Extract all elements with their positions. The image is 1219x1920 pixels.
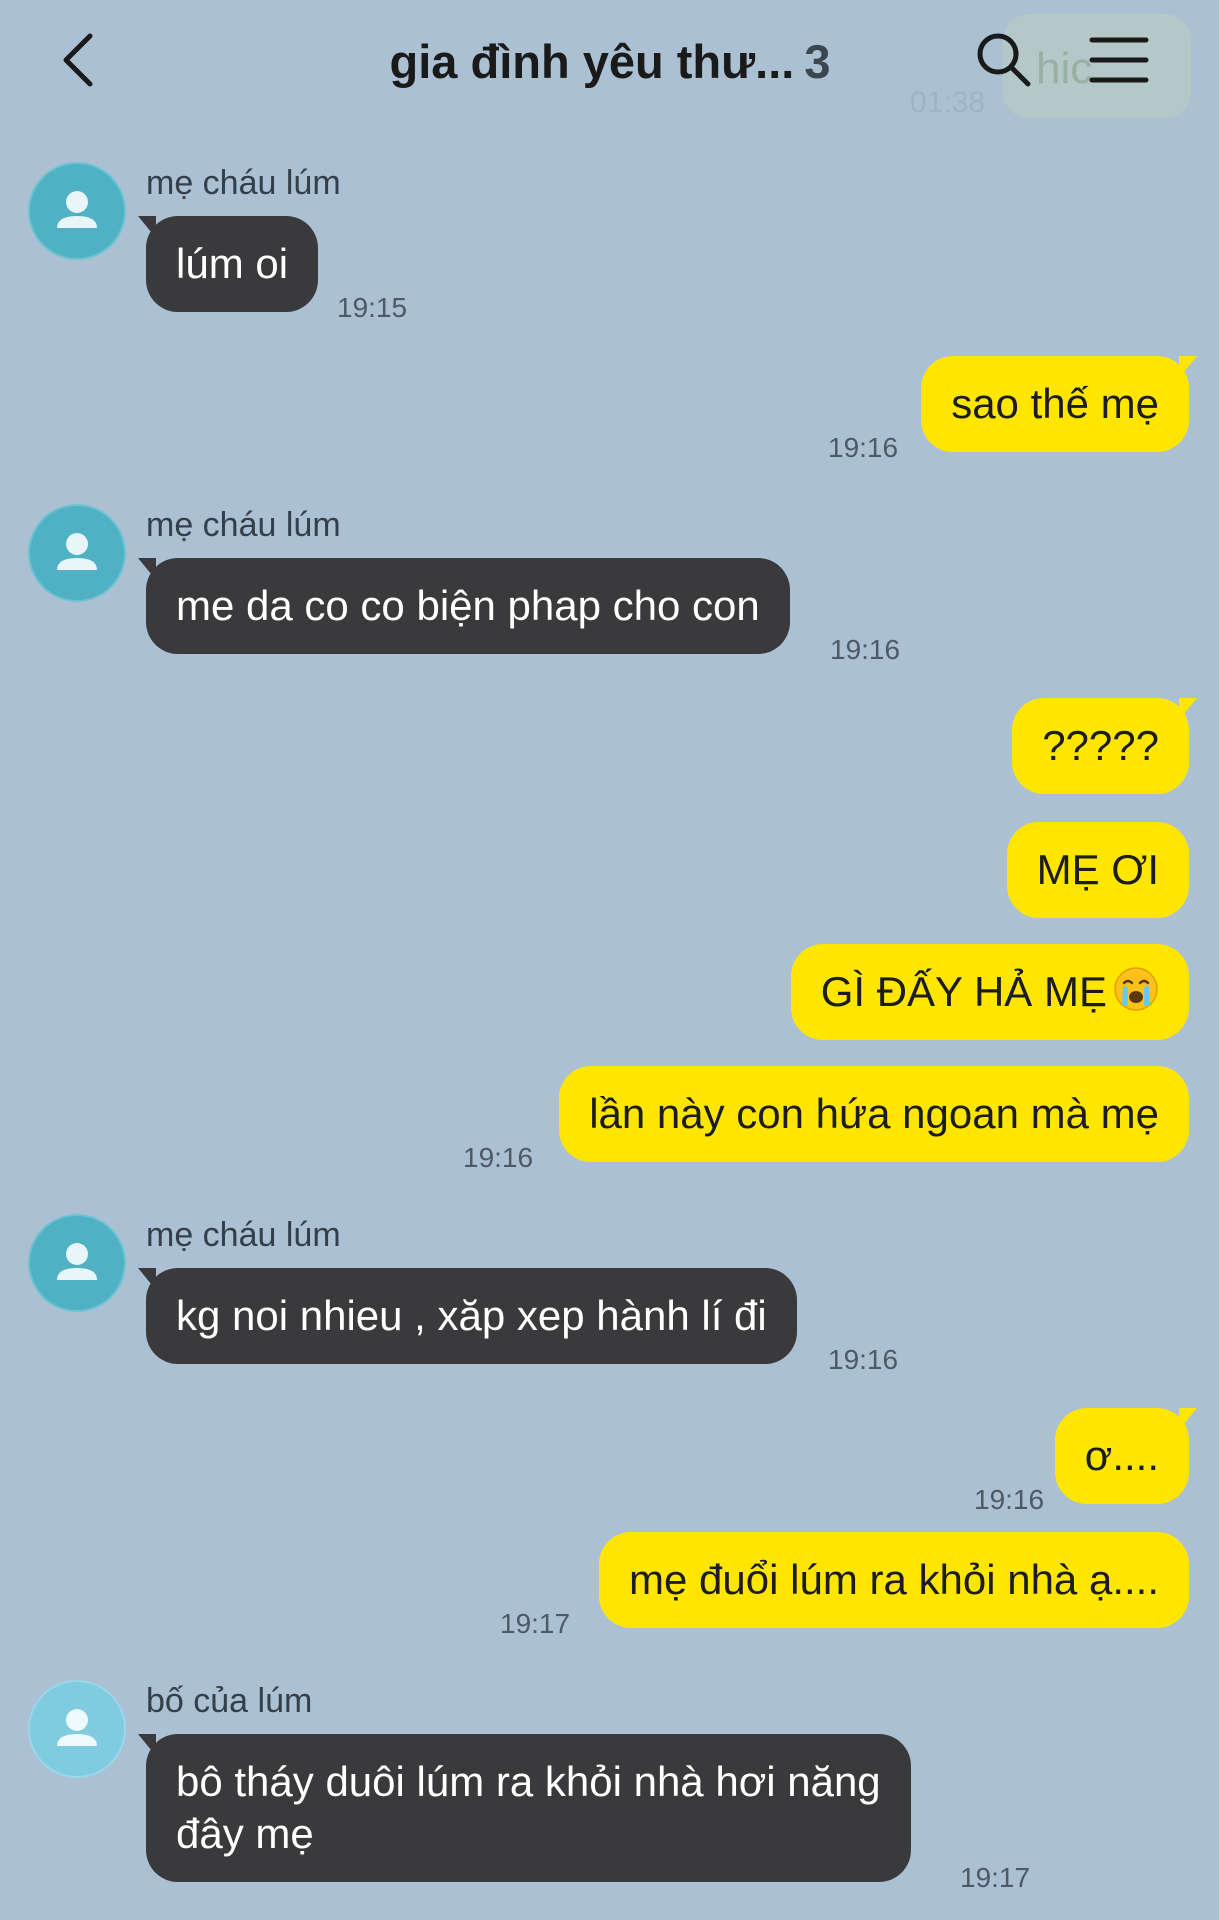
message-text: lúm oi [176, 240, 289, 287]
message-time: 19:17 [500, 1608, 571, 1639]
avatar[interactable] [28, 1680, 126, 1778]
search-icon [977, 33, 1031, 87]
message-time: 19:15 [337, 292, 408, 323]
message-time: 19:16 [830, 634, 901, 665]
message-time: 19:17 [960, 1862, 1031, 1893]
message-time: 19:16 [974, 1484, 1045, 1515]
message-text: sao thế mẹ [951, 380, 1159, 427]
avatar[interactable] [28, 162, 126, 260]
notification-preview-text: hic [1036, 44, 1093, 93]
member-count: 3 [804, 35, 831, 88]
avatar[interactable] [28, 504, 126, 602]
message-bubble-incoming[interactable]: kg noi nhieu , xăp xep hành lí đi [138, 1268, 797, 1364]
message-bubble-outgoing[interactable]: ơ.... [1054, 1408, 1198, 1504]
message-bubble-incoming[interactable]: lúm oi [137, 216, 319, 312]
back-button[interactable] [54, 30, 104, 90]
default-profile-icon [28, 1214, 126, 1312]
message-time: 19:16 [828, 432, 899, 463]
notification-preview-time: 01:38 [910, 86, 986, 119]
message-text: kg noi nhieu , xăp xep hành lí đi [176, 1292, 767, 1339]
message-bubble-outgoing[interactable]: MẸ ƠI [1006, 822, 1189, 918]
crying-face-icon [1114, 967, 1158, 1011]
message-bubble-incoming[interactable]: me da co co biện phap cho con [138, 558, 790, 654]
message-text: MẸ ƠI [1036, 846, 1159, 893]
sender-name: mẹ cháu lúm [146, 506, 341, 544]
message-text: mẹ đuổi lúm ra khỏi nhà ạ.... [629, 1556, 1159, 1603]
search-button[interactable] [974, 30, 1034, 90]
message-text: ơ.... [1084, 1432, 1159, 1479]
message-text: lần này con hứa ngoan mà mẹ [589, 1090, 1159, 1137]
message-bubble-outgoing[interactable]: lần này con hứa ngoan mà mẹ [559, 1066, 1189, 1162]
sender-name: mẹ cháu lúm [146, 1216, 341, 1254]
message-bubble-incoming[interactable]: bô tháy duôi lúm ra khỏi nhà hơi năng đâ… [138, 1734, 911, 1882]
chevron-left-icon [63, 33, 93, 87]
message-text: me da co co biện phap cho con [176, 582, 760, 629]
message-text: GÌ ĐẤY HẢ MẸ [820, 968, 1107, 1015]
message-time: 19:16 [463, 1142, 534, 1173]
message-text-line: đây mẹ [176, 1810, 314, 1857]
message-bubble-outgoing[interactable]: GÌ ĐẤY HẢ MẸ [790, 944, 1189, 1040]
chat-title-text: gia đình yêu thư... [389, 35, 795, 88]
sender-name: mẹ cháu lúm [146, 164, 341, 202]
message-bubble-outgoing[interactable]: ????? [1012, 698, 1197, 794]
message-text-line: bô tháy duôi lúm ra khỏi nhà hơi năng [176, 1758, 881, 1805]
message-text: ????? [1042, 722, 1159, 769]
default-profile-icon [28, 162, 126, 260]
sender-name: bố của lúm [146, 1682, 313, 1720]
message-time: 19:16 [828, 1344, 899, 1375]
chat-header: hic 01:38 gia đình yêu thư... 3 [0, 0, 1219, 130]
avatar[interactable] [28, 1214, 126, 1312]
hamburger-menu-icon [1089, 37, 1149, 83]
message-bubble-outgoing[interactable]: sao thế mẹ [921, 356, 1197, 452]
default-profile-icon [28, 504, 126, 602]
default-profile-icon [28, 1680, 126, 1778]
chat-title: gia đình yêu thư... 3 [340, 34, 880, 94]
message-bubble-outgoing[interactable]: mẹ đuổi lúm ra khỏi nhà ạ.... [599, 1532, 1189, 1628]
menu-button[interactable] [1086, 30, 1152, 90]
